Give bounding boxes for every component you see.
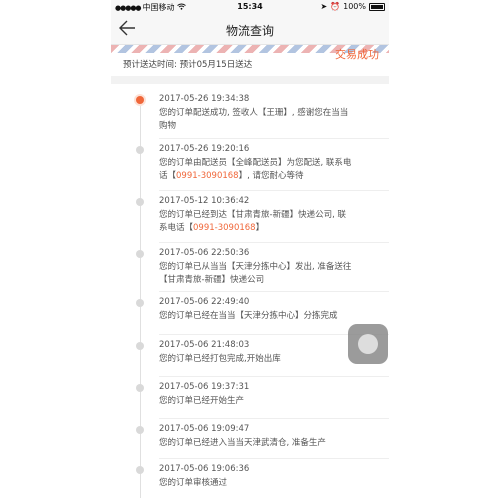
location-icon: ➤: [320, 2, 328, 11]
entry-time: 2017-05-26 19:20:16: [159, 144, 250, 154]
desc-line: 您的订单配送成功, 签收人【王珊】, 感谢您在当当: [159, 108, 349, 118]
desc-line: 您的订单已经打包完成,开始出库: [159, 354, 281, 364]
desc-line: 您的订单审核通过: [159, 478, 228, 488]
assistive-touch-icon: [358, 334, 378, 354]
desc-text: 话【: [159, 171, 177, 181]
entry-time: 2017-05-06 22:49:40: [159, 297, 250, 307]
desc-text: 】: [255, 223, 265, 233]
status-dot: [136, 426, 144, 434]
desc-line: 您的订单已经到达【甘肃青旅-新疆】快递公司, 联: [159, 210, 346, 220]
entry-divider: [159, 458, 389, 459]
eta-label: 预计送达时间:: [123, 60, 177, 70]
timeline-line: [140, 98, 141, 498]
entry-time: 2017-05-12 10:36:42: [159, 196, 250, 206]
entry-description: 您的订单已经到达【甘肃青旅-新疆】快递公司, 联系电话【0991-3090168…: [159, 209, 371, 235]
eta-line: 预计送达时间: 预计05月15日送达: [123, 58, 252, 70]
alarm-icon: ⏰: [330, 2, 341, 11]
entry-divider: [159, 291, 389, 292]
status-dot: [136, 146, 144, 154]
entry-time: 2017-05-06 19:09:47: [159, 424, 250, 434]
entry-time: 2017-05-06 19:37:31: [159, 382, 250, 392]
entry-divider: [159, 138, 389, 139]
eta-value: 预计05月15日送达: [179, 60, 253, 70]
section-gap: [111, 76, 389, 84]
status-bar: ●●●●● 中国移动 15:34 ➤ ⏰ 100%: [111, 0, 389, 14]
desc-line: 【甘肃青旅-新疆】快递公司: [159, 275, 265, 285]
entry-time: 2017-05-06 19:06:36: [159, 464, 250, 474]
page-title: 物流查询: [225, 24, 274, 38]
entry-divider: [159, 418, 389, 419]
battery-percent: 100%: [343, 2, 366, 11]
entry-time: 2017-05-06 21:48:03: [159, 340, 250, 350]
tracking-timeline: 2017-05-26 19:34:38 您的订单配送成功, 签收人【王珊】, 感谢…: [111, 84, 389, 500]
phone-number-link[interactable]: 0991-3090168: [193, 223, 256, 233]
order-status-badge: 交易成功: [335, 48, 379, 61]
entry-time: 2017-05-06 22:50:36: [159, 248, 250, 258]
desc-line: 话【0991-3090168】, 请您耐心等待: [159, 170, 371, 183]
current-status-dot: [136, 96, 144, 104]
status-icons: ➤ ⏰ 100%: [320, 2, 385, 11]
desc-line: 购物: [159, 121, 177, 131]
entry-description: 您的订单已经开始生产: [159, 395, 371, 408]
entry-description: 您的订单已经进入当当天津武清仓, 准备生产: [159, 437, 371, 450]
desc-text: 系电话【: [159, 223, 194, 233]
entry-divider: [159, 190, 389, 191]
nav-bar: 物流查询: [111, 14, 389, 45]
desc-line: 您的订单已经在当当【天津分拣中心】分拣完成: [159, 311, 338, 321]
status-dot: [136, 198, 144, 206]
entry-description: 您的订单审核通过: [159, 477, 371, 490]
entry-description: 您的订单配送成功, 签收人【王珊】, 感谢您在当当 购物: [159, 107, 371, 133]
entry-description: 您的订单已从当当【天津分拣中心】发出, 准备送往 【甘肃青旅-新疆】快递公司: [159, 261, 371, 287]
status-dot: [136, 384, 144, 392]
battery-icon: [369, 2, 385, 11]
assistive-touch-button[interactable]: [348, 324, 388, 364]
entry-description: 您的订单由配送员【全峰配送员】为您配送, 联系电 话【0991-3090168】,…: [159, 157, 371, 183]
entry-time: 2017-05-26 19:34:38: [159, 94, 250, 104]
desc-line: 您的订单由配送员【全峰配送员】为您配送, 联系电: [159, 158, 352, 168]
desc-line: 系电话【0991-3090168】: [159, 222, 371, 235]
entry-description: 您的订单已经在当当【天津分拣中心】分拣完成: [159, 310, 371, 323]
status-dot: [136, 342, 144, 350]
phone-screen: ●●●●● 中国移动 15:34 ➤ ⏰ 100% 物流查询 交易成功 预计送达…: [111, 0, 389, 500]
desc-line: 您的订单已经开始生产: [159, 396, 245, 406]
phone-number-link[interactable]: 0991-3090168: [176, 171, 239, 181]
desc-text: 】, 请您耐心等待: [238, 171, 304, 181]
desc-line: 您的订单已经进入当当天津武清仓, 准备生产: [159, 438, 326, 448]
status-dot: [136, 250, 144, 258]
status-dot: [136, 299, 144, 307]
entry-description: 您的订单已经打包完成,开始出库: [159, 353, 371, 366]
entry-divider: [159, 242, 389, 243]
status-dot: [136, 466, 144, 474]
desc-line: 您的订单已从当当【天津分拣中心】发出, 准备送往: [159, 262, 352, 272]
entry-divider: [159, 376, 389, 377]
